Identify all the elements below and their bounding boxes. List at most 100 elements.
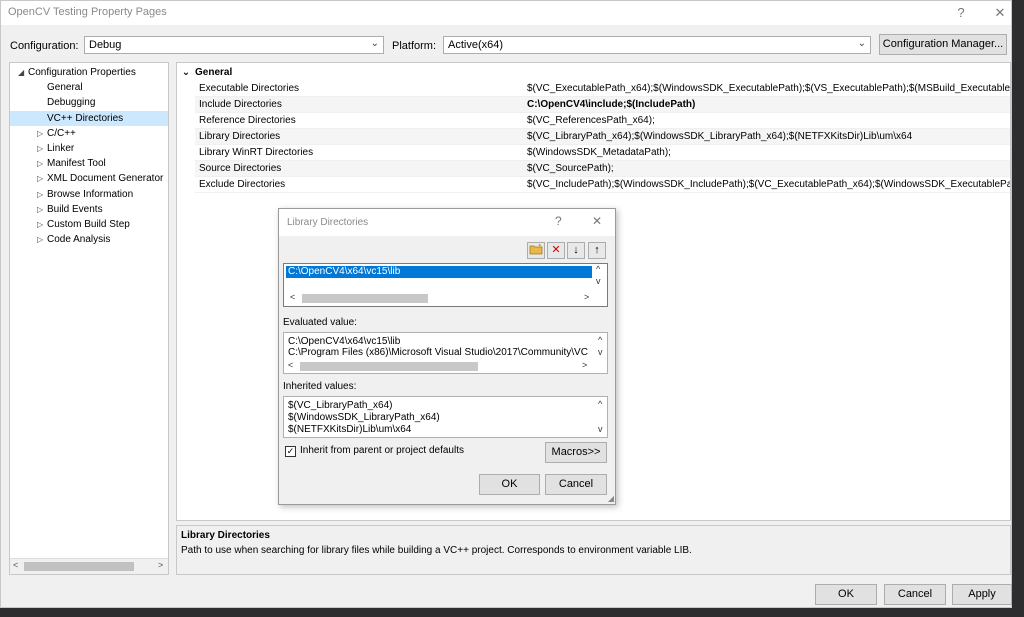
inherited-values-box[interactable]: $(VC_LibraryPath_x64) $(WindowsSDK_Libra… — [283, 396, 608, 438]
scroll-up-arrow[interactable]: ^ — [596, 264, 600, 274]
evaluated-horizontal-scrollbar[interactable]: < > — [286, 360, 606, 372]
scroll-right-arrow[interactable]: > — [158, 560, 163, 570]
collapsed-triangle-icon[interactable]: ▷ — [37, 187, 47, 202]
property-name: Exclude Directories — [199, 179, 286, 190]
scroll-thumb[interactable] — [300, 362, 478, 371]
scroll-down-arrow[interactable]: v — [598, 424, 603, 434]
dialog-title: Library Directories — [287, 217, 369, 228]
tree-item-label: C/C++ — [47, 127, 76, 139]
directory-entry-selected[interactable]: C:\OpenCV4\x64\vc15\lib — [286, 266, 592, 278]
scroll-up-arrow[interactable]: ^ — [598, 399, 602, 409]
scroll-right-arrow[interactable]: > — [582, 360, 587, 370]
delete-icon: ✕ — [551, 244, 561, 256]
inherited-values-label: Inherited values: — [283, 381, 357, 392]
list-horizontal-scrollbar[interactable]: < > — [286, 292, 606, 304]
tree-item[interactable]: General — [37, 80, 87, 95]
ok-button[interactable]: OK — [815, 584, 877, 605]
property-value[interactable]: $(VC_ReferencesPath_x64); — [527, 113, 655, 128]
inherited-line: $(WindowsSDK_LibraryPath_x64) — [288, 412, 440, 423]
collapsed-triangle-icon[interactable]: ▷ — [37, 202, 47, 217]
collapsed-triangle-icon[interactable]: ▷ — [37, 232, 47, 247]
tree-item[interactable]: Debugging — [37, 95, 99, 110]
tree-item[interactable]: ▷ Manifest Tool — [37, 156, 110, 171]
configuration-manager-button[interactable]: Configuration Manager... — [879, 34, 1007, 55]
dialog-ok-button[interactable]: OK — [479, 474, 540, 495]
inherit-checkbox[interactable]: ✓ — [285, 446, 296, 457]
category-header[interactable]: ⌄ General — [177, 65, 232, 81]
platform-select[interactable]: Active(x64) ⌄ — [443, 36, 871, 54]
tree-item[interactable]: ▷ C/C++ — [37, 126, 80, 141]
macros-button[interactable]: Macros>> — [545, 442, 607, 463]
tree-item-label: Browse Information — [47, 188, 134, 200]
delete-button[interactable]: ✕ — [547, 242, 565, 259]
move-down-button[interactable]: ↓ — [567, 242, 585, 259]
inherit-checkbox-label[interactable]: Inherit from parent or project defaults — [300, 445, 464, 456]
dialog-title-bar: Library Directories ? ✕ — [279, 209, 615, 236]
scroll-right-arrow[interactable]: > — [584, 292, 589, 302]
property-row[interactable]: Include Directories C:\OpenCV4\include;$(… — [195, 97, 1010, 113]
scroll-down-arrow[interactable]: v — [598, 347, 603, 357]
tree-item[interactable]: ◢ Configuration Properties — [18, 65, 140, 80]
move-up-button[interactable]: ↑ — [588, 242, 606, 259]
property-row[interactable]: Reference Directories $(VC_ReferencesPath… — [195, 113, 1010, 129]
dialog-help-button[interactable]: ? — [555, 214, 562, 228]
evaluated-value-box[interactable]: C:\OpenCV4\x64\vc15\lib C:\Program Files… — [283, 332, 608, 374]
configuration-label: Configuration: — [10, 40, 79, 52]
description-heading: Library Directories — [181, 530, 270, 541]
scroll-thumb[interactable] — [24, 562, 134, 571]
property-value[interactable]: $(WindowsSDK_MetadataPath); — [527, 145, 671, 160]
tree-item[interactable]: ▷ Linker — [37, 141, 78, 156]
property-value[interactable]: C:\OpenCV4\include;$(IncludePath) — [527, 97, 695, 112]
apply-button[interactable]: Apply — [952, 584, 1012, 605]
folder-new-icon — [529, 243, 543, 255]
configuration-value: Debug — [89, 39, 122, 51]
tree-horizontal-scrollbar[interactable]: < > — [10, 558, 168, 574]
scroll-left-arrow[interactable]: < — [290, 292, 295, 302]
configuration-select[interactable]: Debug ⌄ — [84, 36, 384, 54]
collapsed-triangle-icon[interactable]: ▷ — [37, 171, 47, 186]
collapsed-triangle-icon[interactable]: ▷ — [37, 217, 47, 232]
property-value[interactable]: $(VC_SourcePath); — [527, 161, 614, 176]
resize-grip-icon[interactable]: ◢ — [608, 494, 614, 503]
property-tree[interactable]: ◢ Configuration Properties General Debuggin… — [9, 62, 169, 575]
scroll-up-arrow[interactable]: ^ — [598, 335, 602, 345]
tree-item[interactable]: ▷ Browse Information — [37, 187, 137, 202]
property-row[interactable]: Exclude Directories $(VC_IncludePath);$(W… — [195, 177, 1010, 193]
property-row[interactable]: Library WinRT Directories $(WindowsSDK_Me… — [195, 145, 1010, 161]
property-name: Source Directories — [199, 163, 282, 174]
platform-value: Active(x64) — [448, 39, 504, 51]
new-line-button[interactable] — [527, 242, 545, 259]
tree-item[interactable]: ▷ XML Document Generator — [37, 171, 167, 186]
category-label: General — [195, 67, 233, 78]
scroll-left-arrow[interactable]: < — [13, 560, 18, 570]
tree-item[interactable]: VC++ Directories — [10, 110, 168, 126]
property-row[interactable]: Executable Directories $(VC_ExecutablePat… — [195, 81, 1010, 97]
scroll-left-arrow[interactable]: < — [288, 360, 293, 370]
tree-item[interactable]: ▷ Custom Build Step — [37, 217, 134, 232]
collapsed-triangle-icon[interactable]: ▷ — [37, 126, 47, 141]
property-row[interactable]: Source Directories $(VC_SourcePath); — [195, 161, 1010, 177]
property-value[interactable]: $(VC_ExecutablePath_x64);$(WindowsSDK_Ex… — [527, 81, 1010, 96]
expanded-triangle-icon[interactable]: ◢ — [18, 65, 28, 80]
chevron-down-icon: ⌄ — [857, 38, 866, 49]
tree-item-label: Configuration Properties — [28, 67, 136, 78]
dialog-close-button[interactable]: ✕ — [592, 214, 602, 228]
close-button[interactable]: ✕ — [987, 3, 1013, 23]
tree-item[interactable]: ▷ Build Events — [37, 202, 107, 217]
collapsed-triangle-icon[interactable]: ▷ — [37, 141, 47, 156]
property-value[interactable]: $(VC_LibraryPath_x64);$(WindowsSDK_Libra… — [527, 129, 912, 144]
scroll-down-arrow[interactable]: v — [596, 276, 601, 286]
property-row[interactable]: Library Directories $(VC_LibraryPath_x64)… — [195, 129, 1010, 145]
tree-item-label: Linker — [47, 143, 75, 154]
help-button[interactable]: ? — [948, 3, 974, 23]
dialog-cancel-button[interactable]: Cancel — [545, 474, 607, 495]
collapsed-triangle-icon[interactable]: ▷ — [37, 156, 47, 171]
property-name: Include Directories — [199, 99, 282, 110]
cancel-button[interactable]: Cancel — [884, 584, 946, 605]
directory-list[interactable]: C:\OpenCV4\x64\vc15\lib ^ v < > — [283, 263, 608, 307]
scroll-thumb[interactable] — [302, 294, 428, 303]
evaluated-line: C:\OpenCV4\x64\vc15\lib — [288, 336, 401, 347]
property-value[interactable]: $(VC_IncludePath);$(WindowsSDK_IncludePa… — [527, 177, 1010, 192]
evaluated-line: C:\Program Files (x86)\Microsoft Visual … — [288, 347, 588, 358]
tree-item[interactable]: ▷ Code Analysis — [37, 232, 114, 247]
